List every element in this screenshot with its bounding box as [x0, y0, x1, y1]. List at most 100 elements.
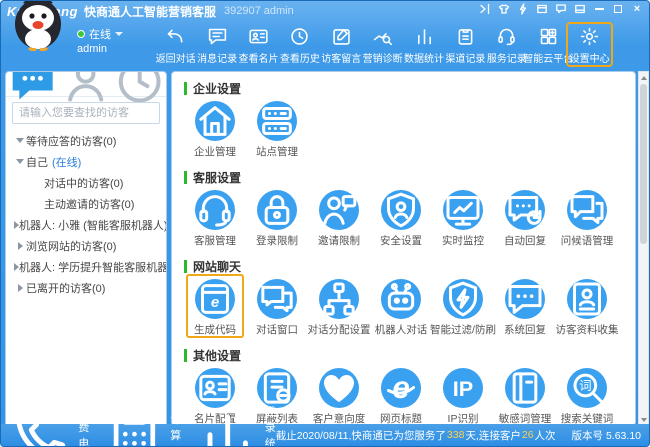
section-accent-bar [184, 171, 187, 184]
setting-item-security-shield[interactable]: 安全设置 [370, 190, 432, 246]
setting-icon-circle [381, 190, 421, 230]
statusbar-tool-phone[interactable]: 免费电话 [9, 402, 89, 447]
toolbar-item-marketing-diagnosis[interactable]: 营销诊断 [362, 24, 403, 65]
customer-count: 26 [521, 429, 535, 441]
toolbar-item-history-clock[interactable]: 查看历史 [279, 24, 320, 65]
caret-right-icon [14, 242, 26, 250]
setting-item-agent-headset[interactable]: 客服管理 [184, 190, 246, 246]
setting-icon-circle [195, 190, 235, 230]
security-shield-icon [381, 190, 421, 230]
settings-section: 网站聊天 e生成代码对话窗口对话分配设置机器人对话智能过滤/防刷系统回复访客资料收… [184, 258, 635, 339]
window-icon[interactable] [536, 3, 548, 15]
toolbar-item-settings-gear[interactable]: 设置中心 [569, 24, 610, 65]
setting-item-invite-limit[interactable]: 邀请限制 [308, 190, 370, 246]
setting-item-monitor[interactable]: 实时监控 [432, 190, 494, 246]
setting-item-auto-reply[interactable]: 自动回复 [494, 190, 556, 246]
session-id: 392907 admin [224, 5, 294, 17]
skin-icon[interactable] [498, 3, 510, 15]
setting-item-login-lock[interactable]: 登录限制 [246, 190, 308, 246]
setting-item-label: 系统回复 [504, 322, 546, 337]
setting-item-sensitive-words[interactable]: 敏感词管理 [494, 368, 556, 424]
sensitive-words-icon [505, 368, 545, 408]
tree-item[interactable]: 机器人: 小雅 (智能客服机器人)(在线) [6, 214, 166, 235]
section-title: 网站聊天 [193, 258, 241, 275]
vertical-scrollbar[interactable] [638, 71, 649, 426]
setting-item-site-server[interactable]: 站点管理 [246, 101, 308, 157]
section-accent-bar [184, 349, 187, 362]
bolt-icon[interactable] [517, 3, 529, 15]
setting-item-filter-shield[interactable]: 智能过滤/防刷 [432, 279, 494, 335]
setting-item-enterprise-home[interactable]: 企业管理 [184, 101, 246, 157]
visitor-search [12, 102, 160, 124]
setting-icon-circle [257, 101, 297, 141]
history-clock-icon [289, 26, 310, 47]
settings-section: 客服设置客服管理登录限制邀请限制安全设置实时监控自动回复问候语管理 [184, 169, 635, 250]
toolbar-item-message-log[interactable]: 消息记录 [196, 24, 237, 65]
close-icon[interactable]: × [631, 3, 643, 15]
tree-item[interactable]: 主动邀请的访客(0) [6, 193, 166, 214]
toolbar-item-back-arrow[interactable]: 返回对话 [155, 24, 196, 65]
maximize-icon[interactable] [612, 3, 624, 15]
setting-item-webpage-title[interactable]: e网页标题 [370, 368, 432, 424]
pin-right-icon[interactable] [479, 3, 491, 15]
tree-item[interactable]: 对话中的访客(0) [6, 172, 166, 193]
setting-item-generate-code[interactable]: e生成代码 [184, 279, 246, 335]
setting-item-ip[interactable]: IPIP识别 [432, 368, 494, 424]
setting-item-chat-assign[interactable]: 对话分配设置 [308, 279, 370, 335]
tree-item-label: 对话中的访客(0) [44, 175, 123, 191]
notice-mid: 天,连接客户 [465, 428, 520, 443]
toolbar-item-data-stats[interactable]: 数据统计 [403, 24, 444, 65]
setting-item-chat-window[interactable]: 对话窗口 [246, 279, 308, 335]
setting-item-search-keywords[interactable]: 词搜索关键词 [556, 368, 618, 424]
setting-item-label: 自动回复 [504, 233, 546, 248]
statusbar-tool-calculator[interactable]: 计算器 [103, 404, 181, 447]
search-input[interactable] [13, 103, 160, 123]
enterprise-home-icon [195, 101, 235, 141]
statusbar-tool-login-stats[interactable]: 登录统计 [195, 402, 275, 447]
toolbar-item-label: 查看名片 [238, 50, 278, 65]
service-notice: 截止2020/08/11,快商通已为您服务了 338 天,连接客户 26 人次 … [276, 428, 641, 443]
setting-icon-circle [443, 279, 483, 319]
toolbar-item-cloud-platform[interactable]: 智能云平台 [528, 24, 569, 65]
scroll-up-icon[interactable] [639, 72, 648, 83]
tree-item-label: 主动邀请的访客(0) [44, 196, 134, 212]
section-grid: 客服管理登录限制邀请限制安全设置实时监控自动回复问候语管理 [184, 190, 635, 250]
setting-item-label: 智能过滤/防刷 [430, 322, 496, 337]
setting-item-greeting-chat[interactable]: 问候语管理 [556, 190, 618, 246]
tree-item[interactable]: 浏览网站的访客(0) [6, 235, 166, 256]
mascot-avatar [9, 0, 67, 51]
setting-item-intent-heart[interactable]: 客户意向度 [308, 368, 370, 424]
scrollbar-thumb[interactable] [640, 84, 647, 244]
toolbar-item-service-record[interactable]: 服务记录 [486, 24, 527, 65]
tree-item[interactable]: 等待应答的访客(0) [6, 130, 166, 151]
status-dropdown[interactable]: 在线 [77, 26, 123, 42]
tree-item-label: 机器人: 小雅 (智能客服机器人) [19, 217, 167, 233]
statusbar-tool-label: 登录统计 [265, 403, 276, 447]
toolbar-item-contact-card[interactable]: 查看名片 [238, 24, 279, 65]
username-label: admin [77, 43, 107, 55]
setting-item-visitor-info[interactable]: 访客资料收集 [556, 279, 618, 335]
toolbar-item-label: 营销诊断 [363, 50, 403, 65]
section-accent-bar [184, 260, 187, 273]
app-title: 快商通人工智能营销客服 [84, 3, 216, 20]
body-row: 等待应答的访客(0)自己(在线) 对话中的访客(0) 主动邀请的访客(0) 机器人: … [1, 71, 649, 426]
setting-item-label: 企业管理 [194, 144, 236, 159]
tree-item[interactable]: 自己(在线) [6, 151, 166, 172]
setting-icon-circle [505, 368, 545, 408]
setting-item-robot-chat[interactable]: 机器人对话 [370, 279, 432, 335]
toolbar-item-label: 设置中心 [570, 50, 610, 65]
minimize-icon[interactable] [593, 3, 605, 15]
online-status-label: (在线) [52, 154, 81, 170]
agent-headset-icon [195, 190, 235, 230]
panel-icon[interactable] [574, 3, 586, 15]
setting-icon-circle [257, 190, 297, 230]
setting-item-system-reply[interactable]: 系统回复 [494, 279, 556, 335]
tree-item[interactable]: 已离开的访客(0) [6, 277, 166, 298]
section-accent-bar [184, 82, 187, 95]
version-label: 版本号 5.63.10 [572, 428, 641, 443]
feedback-icon[interactable] [555, 3, 567, 15]
toolbar-item-channel-record[interactable]: 渠道记录 [445, 24, 486, 65]
toolbar-item-visitor-message[interactable]: 访客留言 [321, 24, 362, 65]
tree-item[interactable]: 机器人: 学历提升智能客服机器人(在线) [6, 256, 166, 277]
visitor-info-icon [567, 279, 607, 319]
